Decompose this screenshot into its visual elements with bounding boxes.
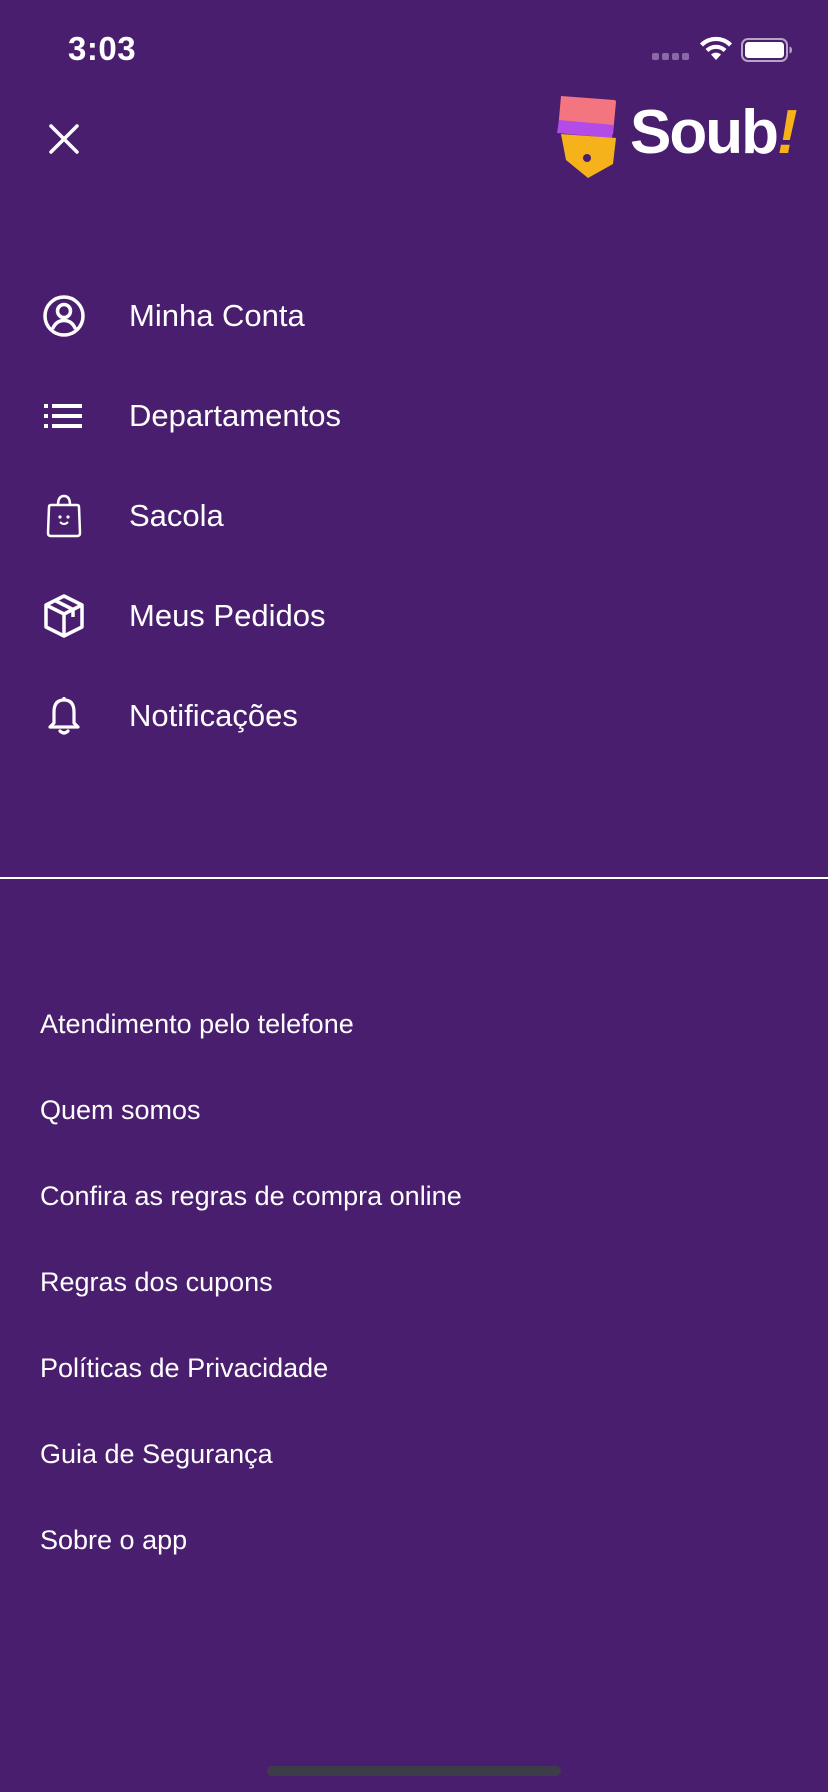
logo-brand-suffix: ! [776,98,798,167]
close-button[interactable] [36,111,92,167]
menu-item-notificacoes[interactable]: Notificações [0,666,828,766]
soub-logo: Soub! [554,94,798,182]
header: Soub! [0,88,828,188]
menu-item-meus-pedidos[interactable]: Meus Pedidos [0,566,828,666]
link-atendimento-telefone[interactable]: Atendimento pelo telefone [0,981,828,1067]
primary-menu: Minha Conta Departamentos Sacola Meus Pe… [0,266,828,766]
menu-item-label: Notificações [129,698,298,733]
close-icon [49,124,79,154]
list-icon [41,393,87,439]
link-regras-cupons[interactable]: Regras dos cupons [0,1239,828,1325]
cellular-signal-icon [652,53,689,60]
menu-item-label: Minha Conta [129,298,305,333]
menu-item-label: Departamentos [129,398,341,433]
link-politicas-privacidade[interactable]: Políticas de Privacidade [0,1325,828,1411]
battery-icon [741,38,792,62]
logo-tag-icon [557,96,616,178]
menu-divider [0,877,828,879]
logo-text: Soub! [630,102,798,164]
bag-icon [41,493,87,539]
link-sobre-app[interactable]: Sobre o app [0,1497,828,1583]
menu-item-label: Meus Pedidos [129,598,326,633]
menu-item-sacola[interactable]: Sacola [0,466,828,566]
status-time: 3:03 [68,30,137,67]
menu-item-departamentos[interactable]: Departamentos [0,366,828,466]
box-icon [41,593,87,639]
link-quem-somos[interactable]: Quem somos [0,1067,828,1153]
menu-item-minha-conta[interactable]: Minha Conta [0,266,828,366]
account-icon [41,293,87,339]
logo-brand-name: Soub [630,98,779,167]
link-guia-seguranca[interactable]: Guia de Segurança [0,1411,828,1497]
wifi-icon [700,36,732,60]
secondary-menu: Atendimento pelo telefone Quem somos Con… [0,981,828,1583]
status-bar: 3:03 [0,0,828,100]
home-indicator[interactable] [267,1766,561,1776]
link-regras-compra-online[interactable]: Confira as regras de compra online [0,1153,828,1239]
menu-item-label: Sacola [129,498,224,533]
bell-icon [41,693,87,739]
